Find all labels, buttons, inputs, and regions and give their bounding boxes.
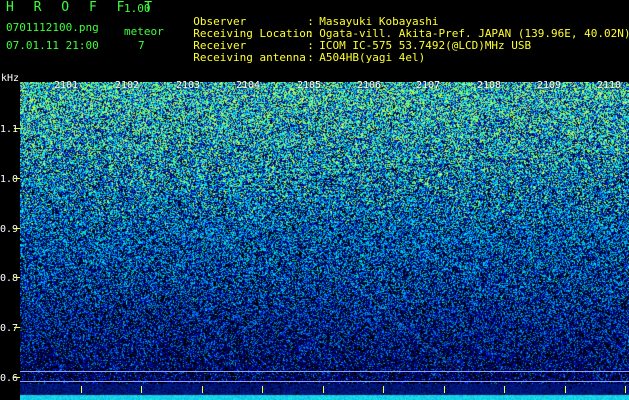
- spectrogram-image: [20, 82, 629, 400]
- y-tick-mark: [14, 128, 20, 129]
- x-tick-label: 2103: [176, 80, 201, 91]
- x-tick-mark: [141, 386, 142, 393]
- y-tick-label: 1.0: [0, 174, 19, 185]
- y-tick-label: 1.1: [0, 124, 19, 135]
- x-tick-label: 2105: [297, 80, 322, 91]
- x-tick-label: 2109: [537, 80, 562, 91]
- meteor-count: 7: [138, 39, 145, 52]
- reference-line: [20, 371, 629, 372]
- filename-label: 0701112100.png: [6, 21, 99, 34]
- y-tick-mark: [14, 228, 20, 229]
- x-tick-label: 2108: [477, 80, 502, 91]
- datetime-label: 07.01.11 21:00: [6, 39, 99, 52]
- x-tick-label: 2106: [357, 80, 382, 91]
- x-tick-label: 2107: [416, 80, 441, 91]
- x-tick-label: 2101: [54, 80, 79, 91]
- y-tick-label: 0.6: [0, 373, 19, 384]
- x-tick-mark: [504, 386, 505, 393]
- y-tick-label: 0.7: [0, 323, 19, 334]
- version-label: 1.00: [124, 2, 151, 15]
- y-tick-label: 0.9: [0, 224, 19, 235]
- x-tick-mark: [323, 386, 324, 393]
- x-tick-mark: [444, 386, 445, 393]
- x-tick-mark: [202, 386, 203, 393]
- info-value: A504HB(yagi 4el): [319, 51, 426, 64]
- x-tick-mark: [565, 386, 566, 393]
- y-tick-mark: [14, 277, 20, 278]
- x-tick-label: 2104: [236, 80, 261, 91]
- x-tick-mark: [81, 386, 82, 393]
- y-axis-unit: kHz: [1, 73, 20, 84]
- y-tick-mark: [14, 327, 20, 328]
- x-tick-mark: [262, 386, 263, 393]
- y-tick-label: 0.8: [0, 273, 19, 284]
- info-separator: :: [307, 51, 314, 64]
- x-tick-mark: [625, 386, 626, 393]
- y-tick-mark: [14, 377, 20, 378]
- x-tick-label: 2110: [597, 80, 622, 91]
- x-tick-mark: [383, 386, 384, 393]
- reference-line: [20, 381, 629, 382]
- x-tick-label: 2102: [115, 80, 140, 91]
- meteor-label: meteor: [124, 25, 164, 38]
- y-tick-mark: [14, 178, 20, 179]
- info-row-antenna: Receiving antenna: A504HB(yagi 4el): [180, 40, 425, 64]
- info-label: Receiving antenna: [193, 51, 306, 64]
